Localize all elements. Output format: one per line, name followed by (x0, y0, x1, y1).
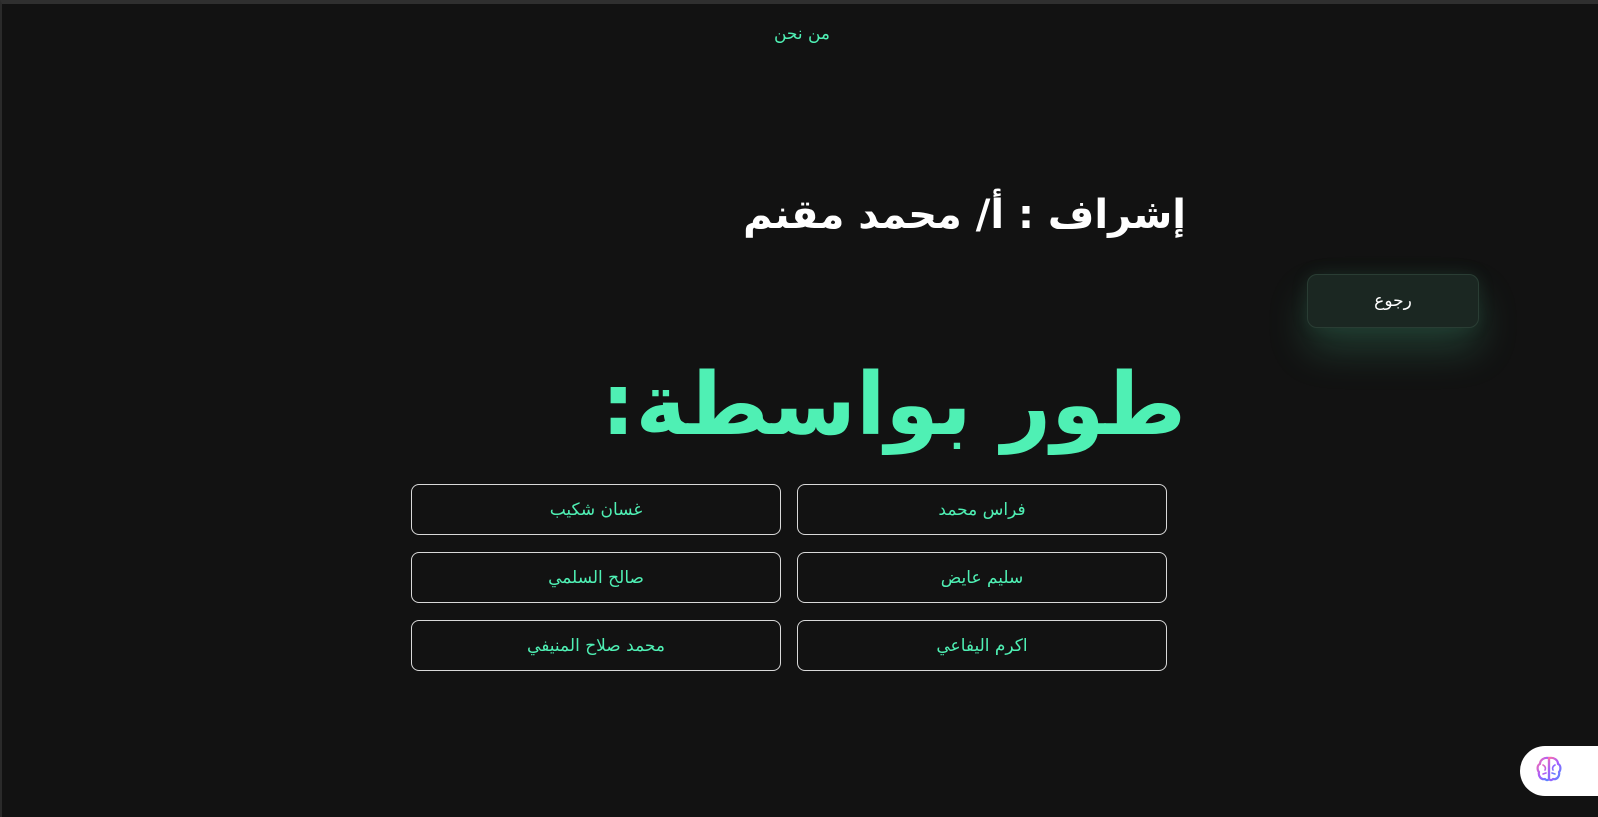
brain-icon (1534, 754, 1564, 788)
nav-about-link[interactable]: من نحن (742, 24, 862, 44)
page: من نحن إشراف : أ/ محمد مقنم رجوع طور بوا… (0, 0, 1598, 817)
developers-grid: فراس محمد غسان شكيب سليم عايض صالح السلم… (411, 484, 1167, 671)
developer-card: اكرم اليفاعي (797, 620, 1167, 671)
developer-card: صالح السلمي (411, 552, 781, 603)
developer-card: غسان شكيب (411, 484, 781, 535)
developer-card: محمد صلاح المنيفي (411, 620, 781, 671)
developed-by-heading: طور بواسطة: (601, 355, 1188, 455)
assistant-button[interactable] (1520, 746, 1598, 796)
back-button[interactable]: رجوع (1307, 274, 1479, 328)
supervisor-text: إشراف : أ/ محمد مقنم (743, 192, 1186, 238)
developer-card: سليم عايض (797, 552, 1167, 603)
developer-card: فراس محمد (797, 484, 1167, 535)
